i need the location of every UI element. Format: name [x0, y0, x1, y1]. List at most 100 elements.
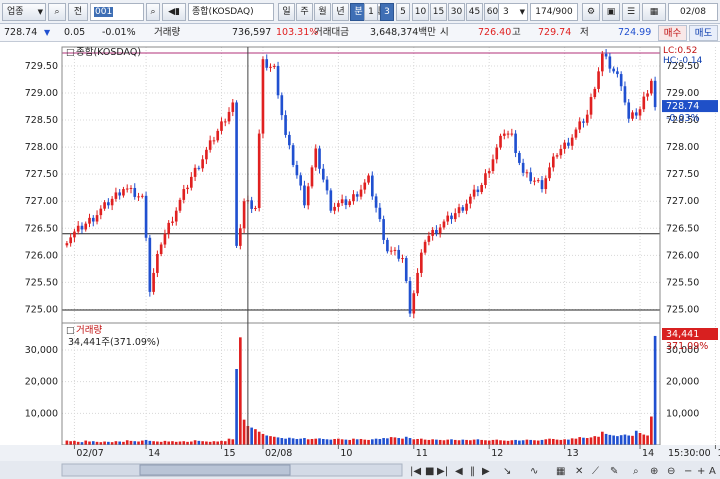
search-icon[interactable]: ⌕: [146, 3, 160, 21]
candle-body: [261, 59, 265, 134]
prev-icon[interactable]: ◀: [455, 466, 463, 477]
candle-body: [416, 272, 419, 294]
tab-interval-15[interactable]: 15: [430, 3, 447, 21]
time-tick-label: 12: [491, 448, 503, 459]
volume-bar: [491, 439, 495, 445]
volume-bar: [137, 441, 140, 445]
volume-label: 거래량: [154, 27, 181, 38]
time-tick-label: 15: [223, 448, 235, 459]
sound-icon[interactable]: ◀▮: [162, 3, 186, 21]
stop-icon[interactable]: ■: [425, 466, 434, 477]
tab-interval-45[interactable]: 45: [466, 3, 483, 21]
candle-body: [65, 243, 69, 246]
search-icon[interactable]: ⌕: [48, 3, 66, 21]
candle-body: [536, 180, 540, 182]
price-info-bar: 728.74 ▼ 0.05 -0.01% 거래량 736,597 103.31%…: [0, 24, 720, 42]
tab-interval-30[interactable]: 30: [448, 3, 465, 21]
volume-bar: [374, 438, 378, 445]
magnifier-icon[interactable]: ⌕: [633, 466, 639, 477]
volume-bar: [555, 439, 559, 445]
candle-body: [73, 231, 76, 238]
tab-period-3[interactable]: 년: [332, 3, 349, 21]
sell-button[interactable]: 매도: [689, 25, 718, 41]
current-price: 728.74: [4, 27, 38, 38]
zoom-out-icon[interactable]: ⊖: [667, 466, 675, 477]
volume-bar: [216, 441, 220, 445]
tab-interval-1[interactable]: 1: [364, 3, 378, 21]
candle-body: [506, 133, 510, 135]
candle-body: [91, 217, 95, 222]
trend-icon[interactable]: ↘: [503, 466, 511, 477]
candle-body: [472, 189, 476, 197]
cross-icon[interactable]: ✕: [575, 466, 583, 477]
chart-area[interactable]: 729.50 729.00 728.50 728.00 727.50 727.00 726.…: [0, 42, 720, 479]
price-tick-label: 729.50: [25, 61, 58, 72]
list-icon[interactable]: ☰: [622, 3, 640, 21]
volume-bar: [476, 439, 480, 445]
drawing-tools-icon[interactable]: ∿: [530, 466, 538, 477]
grid-icon[interactable]: ▦: [556, 466, 565, 477]
candle-body: [491, 159, 495, 172]
volume-bar: [156, 441, 159, 445]
price-tick-label: 728.00: [666, 142, 699, 153]
high-value: 729.74: [538, 27, 572, 38]
scrollbar-thumb[interactable]: [139, 464, 291, 476]
volume-bar: [597, 436, 600, 445]
volume-tick-label: 10,000: [25, 408, 58, 419]
buy-button[interactable]: 매수: [658, 25, 687, 41]
volume-bar: [205, 441, 208, 445]
settings-icon[interactable]: ⚙: [582, 3, 600, 21]
candle-body: [642, 96, 646, 110]
date-input[interactable]: 02/08: [668, 3, 718, 21]
next-icon[interactable]: ▶|: [437, 466, 448, 477]
market-select-value: 업종: [7, 7, 24, 17]
volume-tick-label: 10,000: [666, 408, 699, 419]
volume-bar: [521, 440, 525, 445]
market-select[interactable]: 업종 ▼: [2, 3, 46, 21]
price-tick-label: 725.00: [666, 304, 699, 315]
volume-bar: [340, 439, 344, 445]
open-value: 726.40: [478, 27, 512, 38]
volume-bar: [223, 441, 227, 445]
calendar-icon[interactable]: ▦: [642, 3, 666, 21]
code-input[interactable]: 001: [90, 3, 144, 21]
volume-bar: [544, 439, 548, 445]
candle-body: [329, 190, 333, 211]
candle-body: [118, 192, 121, 196]
tab-interval-5[interactable]: 5: [396, 3, 410, 21]
volume-bar: [355, 439, 359, 445]
tab-period-2[interactable]: 월: [314, 3, 331, 21]
count-select[interactable]: 3 ▼: [498, 3, 528, 21]
volume-bar: [269, 436, 272, 445]
volume-bar: [616, 436, 619, 445]
tab-interval-3[interactable]: 3: [380, 3, 394, 21]
pen-icon[interactable]: ✎: [610, 466, 618, 477]
volume-bar: [333, 438, 336, 445]
candle-body: [265, 59, 269, 68]
font-size-icon[interactable]: A: [709, 466, 716, 477]
volume-bar: [197, 440, 201, 445]
tab-period-0[interactable]: 일: [278, 3, 295, 21]
volume-bar: [235, 369, 238, 445]
candle-body: [84, 223, 88, 230]
candle-body: [231, 102, 235, 112]
price-tick-label: 728.50: [25, 115, 58, 126]
pause-icon[interactable]: ‖: [470, 466, 475, 477]
volume-bar: [303, 438, 306, 445]
volume-bar: [469, 440, 472, 445]
first-icon[interactable]: |◀: [410, 466, 421, 477]
candle-body: [510, 133, 514, 135]
type-button[interactable]: 전: [68, 3, 88, 21]
tab-period-1[interactable]: 주: [296, 3, 313, 21]
candle-body: [480, 185, 483, 193]
line-tool-icon[interactable]: ⟋: [592, 466, 599, 477]
plus-icon[interactable]: +: [697, 466, 705, 477]
zoom-in-icon[interactable]: ⊕: [650, 466, 658, 477]
candle-body: [201, 159, 204, 169]
play-icon[interactable]: ▶: [482, 466, 490, 477]
save-icon[interactable]: ▣: [602, 3, 620, 21]
volume-bar: [193, 440, 197, 445]
minus-icon[interactable]: −: [684, 466, 692, 477]
tab-interval-10[interactable]: 10: [412, 3, 429, 21]
candle-body: [318, 148, 321, 169]
